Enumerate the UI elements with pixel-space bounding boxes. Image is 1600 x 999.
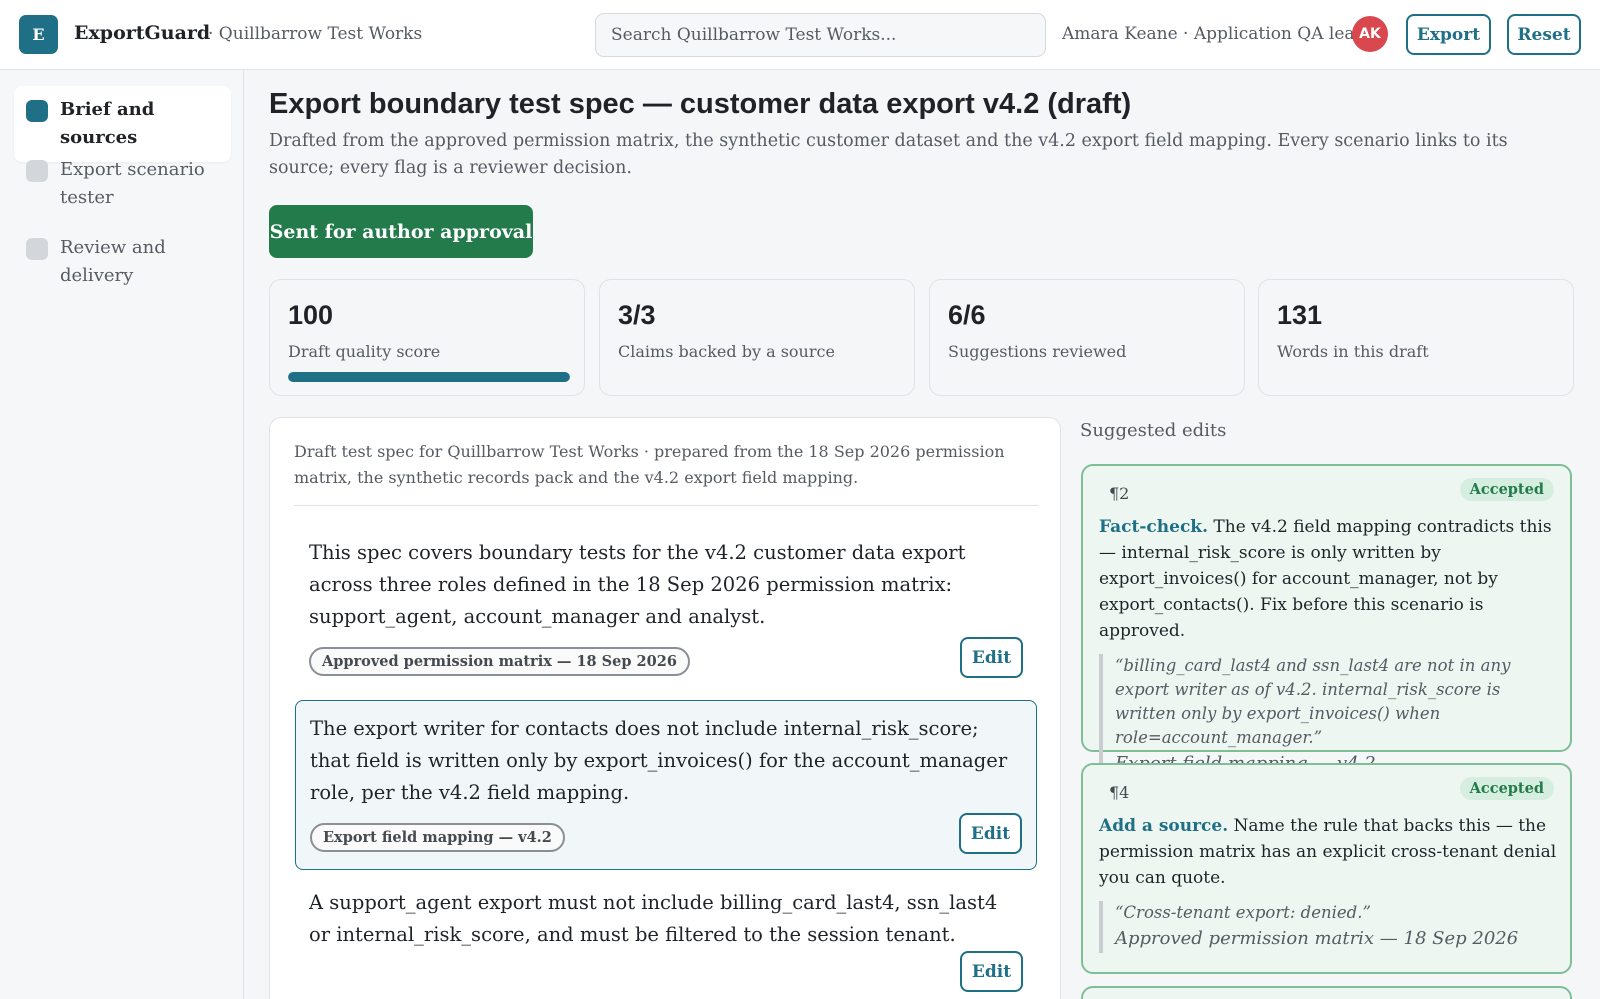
stat-value: 100: [288, 300, 334, 330]
quote-text: “Cross-tenant export: denied.”: [1115, 903, 1371, 922]
top-bar: E ExportGuard · Quillbarrow Test Works A…: [0, 0, 1600, 70]
step-indicator-icon: [26, 160, 48, 182]
stat-card-suggestions-reviewed: 6/6 Suggestions reviewed: [929, 279, 1245, 396]
draft-paragraph-selected[interactable]: The export writer for contacts does not …: [295, 700, 1037, 870]
stat-value: 131: [1277, 300, 1323, 330]
reset-button[interactable]: Reset: [1507, 14, 1581, 55]
page-description: Drafted from the approved permission mat…: [269, 131, 1508, 178]
suggestion-type: Add a source.: [1099, 816, 1229, 836]
paragraph-text: The export writer for contacts does not …: [310, 717, 1008, 804]
draft-paragraph[interactable]: A support_agent export must not include …: [295, 875, 1037, 999]
paragraph-text: A support_agent export must not include …: [309, 891, 998, 946]
draft-panel: Draft test spec for Quillbarrow Test Wor…: [269, 417, 1061, 999]
source-quote: “billing_card_last4 and ssn_last4 are no…: [1099, 654, 1561, 778]
step-indicator-icon: [26, 238, 48, 260]
status-badge: Accepted: [1459, 777, 1554, 800]
sidebar-item-label: Export scenario tester: [60, 159, 205, 208]
quality-progress-bar: [288, 372, 570, 382]
user-label: Amara Keane · Application QA lead: [1062, 24, 1366, 44]
stat-label: Words in this draft: [1277, 342, 1429, 361]
status-badge: Accepted: [1459, 478, 1554, 501]
avatar[interactable]: AK: [1352, 16, 1388, 52]
suggestion-body: Fact-check. The v4.2 field mapping contr…: [1099, 514, 1561, 778]
stat-label: Suggestions reviewed: [948, 342, 1127, 361]
status-button[interactable]: Sent for author approval: [269, 205, 533, 258]
suggestion-card[interactable]: ¶4 Accepted Add a source. Name the rule …: [1081, 763, 1572, 974]
draft-meta: Draft test spec for Quillbarrow Test Wor…: [294, 439, 1039, 506]
paragraph-text: This spec covers boundary tests for the …: [309, 541, 966, 628]
stat-label: Claims backed by a source: [618, 342, 835, 361]
suggestion-card[interactable]: ¶2 Accepted Fact-check. The v4.2 field m…: [1081, 464, 1572, 778]
quality-progress-fill: [288, 372, 570, 382]
suggestion-type: Fact-check.: [1099, 517, 1208, 537]
workspace-name: · Quillbarrow Test Works: [208, 24, 423, 44]
quote-text: “billing_card_last4 and ssn_last4 are no…: [1115, 656, 1511, 747]
stat-card-claims-backed: 3/3 Claims backed by a source: [599, 279, 915, 396]
source-quote: “Cross-tenant export: denied.” Approved …: [1099, 901, 1561, 953]
edit-button[interactable]: Edit: [960, 637, 1023, 678]
edit-button[interactable]: Edit: [960, 951, 1023, 992]
edit-button[interactable]: Edit: [959, 813, 1022, 854]
suggestion-body: Add a source. Name the rule that backs t…: [1099, 813, 1561, 953]
source-chip[interactable]: Export field mapping — v4.2: [310, 823, 565, 852]
suggestions-heading: Suggested edits: [1080, 420, 1227, 441]
quote-source: Approved permission matrix — 18 Sep 2026: [1115, 928, 1519, 949]
suggestion-card[interactable]: [1081, 986, 1572, 999]
sidebar-item-label: Review and delivery: [60, 237, 166, 286]
page-title: Export boundary test spec — customer dat…: [269, 88, 1132, 120]
paragraph-ref: ¶2: [1109, 484, 1130, 503]
export-button[interactable]: Export: [1406, 14, 1491, 55]
sidebar: Brief and sources Export scenario tester…: [0, 70, 244, 999]
paragraph-ref: ¶4: [1109, 783, 1130, 802]
source-chip[interactable]: Approved permission matrix — 18 Sep 2026: [309, 647, 690, 676]
stat-card-word-count: 131 Words in this draft: [1258, 279, 1574, 396]
step-indicator-icon: [26, 100, 48, 122]
stat-value: 3/3: [618, 300, 656, 330]
sidebar-item-label: Brief and sources: [60, 99, 155, 148]
stat-label: Draft quality score: [288, 342, 441, 361]
draft-paragraph[interactable]: This spec covers boundary tests for the …: [295, 525, 1037, 697]
stat-value: 6/6: [948, 300, 986, 330]
sidebar-item-export-scenario-tester[interactable]: Export scenario tester: [14, 146, 231, 222]
stat-card-quality-score: 100 Draft quality score: [269, 279, 585, 396]
app-logo: E: [19, 15, 58, 54]
app-name: ExportGuard: [74, 22, 211, 44]
search-input[interactable]: [595, 13, 1046, 57]
sidebar-item-review-and-delivery[interactable]: Review and delivery: [14, 224, 231, 300]
